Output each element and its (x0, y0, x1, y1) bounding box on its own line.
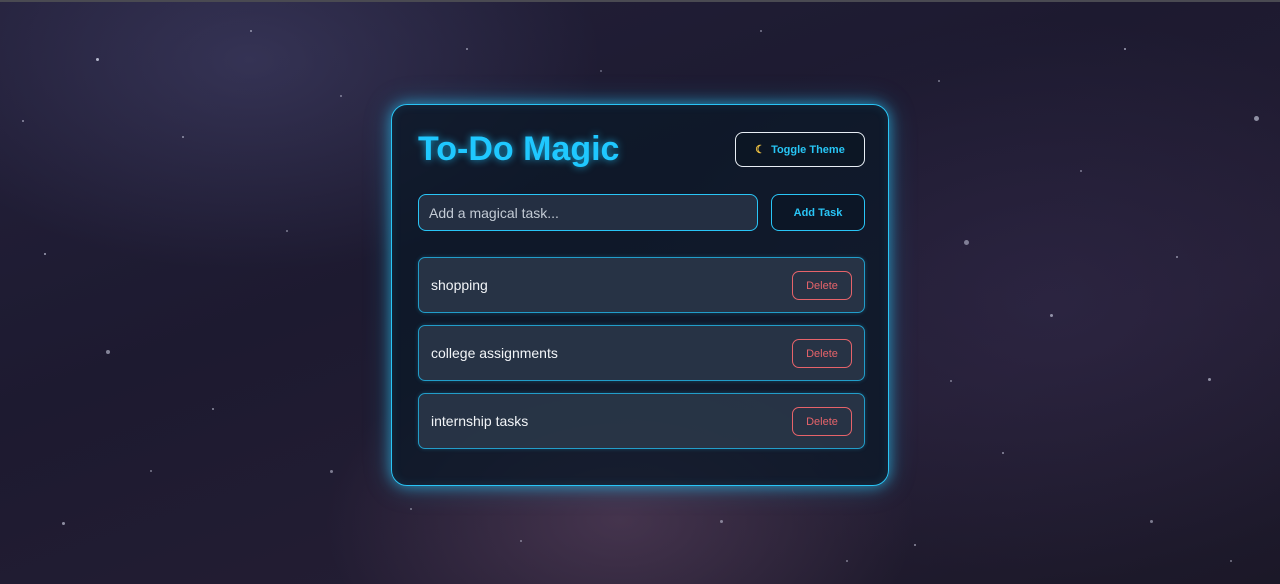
task-text: college assignments (431, 345, 558, 361)
toggle-theme-label: Toggle Theme (771, 143, 845, 156)
delete-task-button[interactable]: Delete (792, 339, 852, 368)
window-top-border (0, 0, 1280, 2)
star (44, 253, 46, 255)
todo-card: To-Do Magic ☾ Toggle Theme Add Task shop… (391, 104, 889, 486)
star (106, 350, 110, 354)
star (1176, 256, 1178, 258)
star (286, 230, 288, 232)
star (1230, 560, 1232, 562)
star (1124, 48, 1126, 50)
star (846, 560, 848, 562)
star (1050, 314, 1053, 317)
star (1208, 378, 1211, 381)
star (22, 120, 24, 122)
star (466, 48, 468, 50)
star (1150, 520, 1153, 523)
star (250, 30, 252, 32)
toggle-theme-button[interactable]: ☾ Toggle Theme (735, 132, 865, 167)
delete-task-button[interactable]: Delete (792, 407, 852, 436)
task-input[interactable] (418, 194, 758, 231)
star (212, 408, 214, 410)
task-item: college assignments Delete (418, 325, 865, 381)
star (182, 136, 184, 138)
star (150, 470, 152, 472)
task-item: internship tasks Delete (418, 393, 865, 449)
star (938, 80, 940, 82)
add-task-button[interactable]: Add Task (771, 194, 865, 231)
star (720, 520, 723, 523)
star (340, 95, 342, 97)
task-text: shopping (431, 277, 488, 293)
task-text: internship tasks (431, 413, 529, 429)
task-list: shopping Delete college assignments Dele… (418, 257, 865, 461)
task-item: shopping Delete (418, 257, 865, 313)
star (62, 522, 65, 525)
moon-icon: ☾ (755, 144, 766, 156)
delete-task-button[interactable]: Delete (792, 271, 852, 300)
star (950, 380, 952, 382)
star (964, 240, 969, 245)
star (760, 30, 762, 32)
star (96, 58, 99, 61)
app-title: To-Do Magic (418, 130, 620, 168)
star (1002, 452, 1004, 454)
star (914, 544, 916, 546)
star (1080, 170, 1082, 172)
star (1254, 116, 1259, 121)
star (410, 508, 412, 510)
star (330, 470, 333, 473)
star (520, 540, 522, 542)
star (600, 70, 602, 72)
